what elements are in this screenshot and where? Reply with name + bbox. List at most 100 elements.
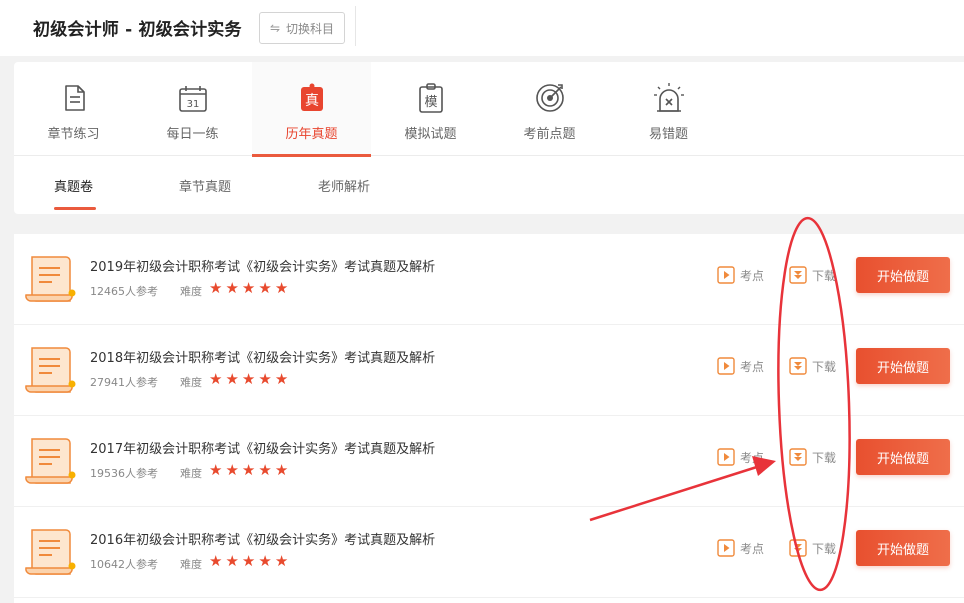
alarm-icon: [654, 83, 684, 112]
svg-text:模: 模: [424, 95, 437, 110]
tab-label: 历年真题: [285, 127, 338, 142]
paper-scroll-icon: [25, 438, 76, 484]
tab-label: 考前点题: [523, 127, 576, 142]
star-icon: ★: [274, 552, 289, 570]
header-bar: 初级会计师 - 初级会计实务 ⇋ 切换科目: [0, 0, 964, 56]
star-icon: ★: [225, 279, 239, 297]
star-icon: ★: [209, 279, 223, 297]
start-practice-button[interactable]: 开始做题: [856, 439, 950, 475]
exam-points-label: 考点: [740, 268, 765, 283]
difficulty-stars: ★ ★ ★ ★ ★: [209, 371, 288, 387]
main-tabs: 章节练习 31 每日一练 真 历年真题 模 模拟试题 考前点题 易错题: [14, 62, 964, 157]
download-button[interactable]: 下载: [789, 357, 836, 375]
download-button[interactable]: 下载: [789, 266, 836, 284]
star-icon: ★: [241, 461, 256, 479]
paper-list: 2019年初级会计职称考试《初级会计实务》考试真题及解析 12465人参考 难度…: [14, 234, 964, 603]
tab-pre-exam-points[interactable]: 考前点题: [490, 62, 609, 156]
category-card: 章节练习 31 每日一练 真 历年真题 模 模拟试题 考前点题 易错题 真题卷 …: [14, 62, 964, 214]
participants-count: 27941人参考: [90, 376, 158, 389]
tab-label: 模拟试题: [404, 127, 457, 142]
download-label: 下载: [812, 359, 837, 374]
star-icon: ★: [274, 370, 289, 388]
star-icon: ★: [258, 279, 272, 297]
start-practice-button[interactable]: 开始做题: [856, 348, 950, 384]
play-icon: [717, 266, 735, 284]
star-icon: ★: [258, 461, 272, 479]
star-icon: ★: [225, 370, 239, 388]
paper-title[interactable]: 2018年初级会计职称考试《初级会计实务》考试真题及解析: [90, 347, 435, 366]
paper-row: 2017年初级会计职称考试《初级会计实务》考试真题及解析 19536人参考 难度…: [14, 416, 964, 507]
download-icon: [789, 357, 807, 375]
difficulty-stars: ★ ★ ★ ★ ★: [209, 280, 288, 296]
download-button[interactable]: 下载: [789, 448, 836, 466]
exam-real-icon: 真: [301, 83, 323, 111]
tab-chapter-practice[interactable]: 章节练习: [14, 62, 133, 156]
exam-points-button[interactable]: 考点: [717, 448, 764, 466]
difficulty-label: 难度: [180, 285, 202, 298]
subtab-real-papers[interactable]: 真题卷: [54, 176, 93, 195]
switch-subject-button[interactable]: ⇋ 切换科目: [259, 12, 345, 44]
star-icon: ★: [274, 279, 289, 297]
paper-title[interactable]: 2017年初级会计职称考试《初级会计实务》考试真题及解析: [90, 438, 435, 457]
swap-icon: ⇋: [269, 21, 281, 35]
download-icon: [789, 539, 807, 557]
download-label: 下载: [812, 268, 837, 283]
participants-count: 19536人参考: [90, 467, 158, 480]
start-practice-button[interactable]: 开始做题: [856, 530, 950, 566]
participants-count: 12465人参考: [90, 285, 158, 298]
exam-points-button[interactable]: 考点: [717, 539, 764, 557]
paper-row: 2019年初级会计职称考试《初级会计实务》考试真题及解析 12465人参考 难度…: [14, 234, 964, 325]
difficulty-stars: ★ ★ ★ ★ ★: [209, 553, 288, 569]
exam-points-button[interactable]: 考点: [717, 266, 764, 284]
calendar-icon: 31: [179, 86, 207, 112]
subtab-chapter-real[interactable]: 章节真题: [179, 176, 231, 195]
tab-label: 易错题: [648, 127, 688, 142]
exam-points-label: 考点: [740, 541, 765, 556]
exam-points-button[interactable]: 考点: [717, 357, 764, 375]
star-icon: ★: [258, 370, 272, 388]
download-label: 下载: [812, 541, 837, 556]
star-icon: ★: [209, 370, 223, 388]
header-divider: [355, 6, 356, 46]
target-icon: [536, 84, 564, 112]
download-label: 下载: [812, 450, 837, 465]
exam-points-label: 考点: [740, 359, 765, 374]
tab-past-exams[interactable]: 真 历年真题: [252, 62, 371, 157]
play-icon: [717, 357, 735, 375]
star-icon: ★: [209, 461, 223, 479]
star-icon: ★: [225, 552, 239, 570]
paper-row: 2018年初级会计职称考试《初级会计实务》考试真题及解析 27941人参考 难度…: [14, 325, 964, 416]
star-icon: ★: [274, 461, 289, 479]
download-icon: [789, 266, 807, 284]
tab-label: 每日一练: [166, 127, 219, 142]
participants-count: 10642人参考: [90, 558, 158, 571]
paper-title[interactable]: 2019年初级会计职称考试《初级会计实务》考试真题及解析: [90, 256, 435, 275]
difficulty-label: 难度: [180, 467, 202, 480]
star-icon: ★: [241, 552, 256, 570]
difficulty-label: 难度: [180, 376, 202, 389]
page-title: 初级会计师 - 初级会计实务: [33, 20, 242, 40]
tab-error-prone[interactable]: 易错题: [609, 62, 728, 156]
paper-scroll-icon: [25, 347, 76, 393]
start-practice-button[interactable]: 开始做题: [856, 257, 950, 293]
tab-mock-test[interactable]: 模 模拟试题: [371, 62, 490, 156]
star-icon: ★: [209, 552, 223, 570]
active-subtab-indicator: [54, 207, 96, 210]
svg-text:31: 31: [187, 99, 200, 110]
document-icon: [65, 85, 85, 111]
svg-text:真: 真: [305, 93, 319, 109]
star-icon: ★: [225, 461, 239, 479]
tab-label: 章节练习: [47, 127, 100, 142]
exam-points-label: 考点: [740, 450, 765, 465]
difficulty-label: 难度: [180, 558, 202, 571]
paper-scroll-icon: [25, 529, 76, 575]
mock-test-icon: 模: [419, 83, 443, 113]
play-icon: [717, 539, 735, 557]
paper-title[interactable]: 2016年初级会计职称考试《初级会计实务》考试真题及解析: [90, 529, 435, 548]
subtab-teacher-analysis[interactable]: 老师解析: [318, 176, 370, 195]
download-button[interactable]: 下载: [789, 539, 836, 557]
tab-daily-practice[interactable]: 31 每日一练: [133, 62, 252, 156]
paper-row: 2016年初级会计职称考试《初级会计实务》考试真题及解析 10642人参考 难度…: [14, 507, 964, 598]
star-icon: ★: [241, 279, 256, 297]
star-icon: ★: [241, 370, 256, 388]
